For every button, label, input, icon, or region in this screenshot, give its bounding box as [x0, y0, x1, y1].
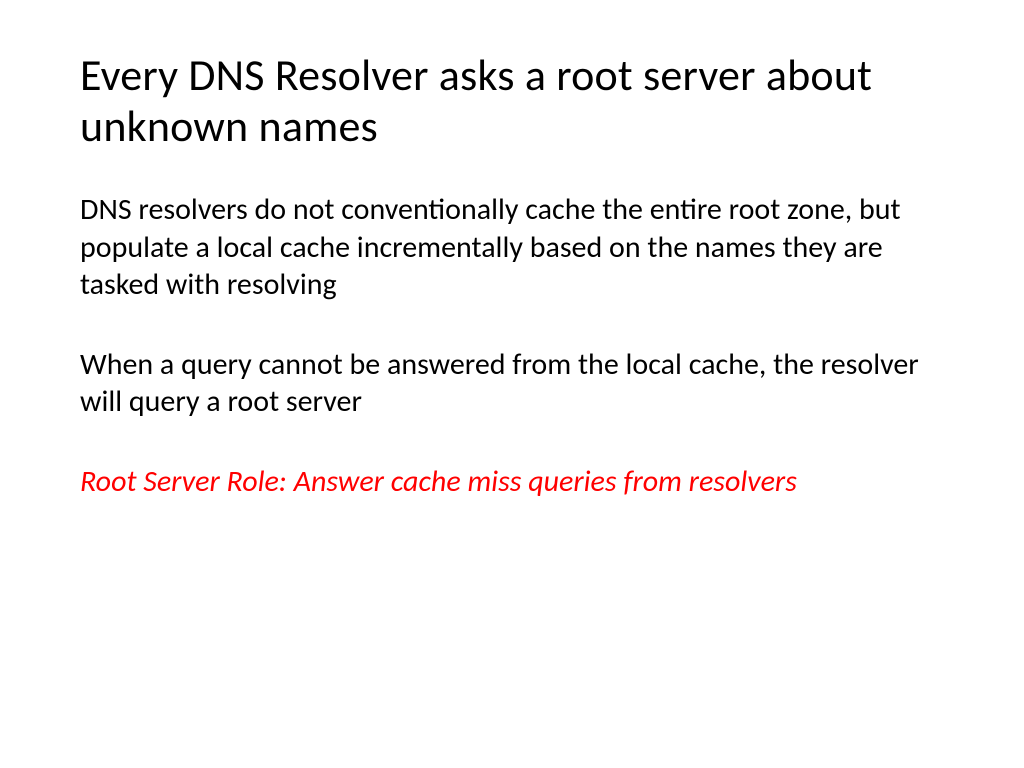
paragraph-1: DNS resolvers do not conventionally cach…	[80, 191, 944, 304]
highlight-text: Root Server Role: Answer cache miss quer…	[80, 463, 944, 501]
paragraph-2: When a query cannot be answered from the…	[80, 346, 944, 421]
slide-title: Every DNS Resolver asks a root server ab…	[80, 50, 944, 151]
